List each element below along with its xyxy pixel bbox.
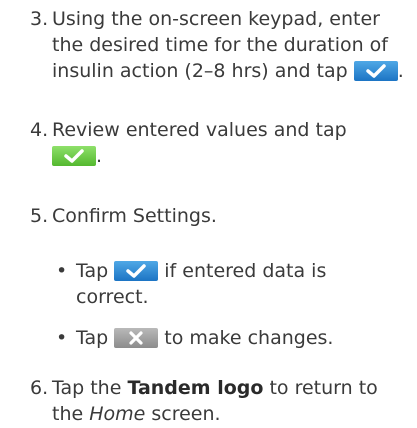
step-number: 3. bbox=[30, 8, 49, 30]
step-line-post: screen. bbox=[145, 403, 221, 425]
bullet-line: correct. bbox=[76, 286, 149, 308]
close-button-icon bbox=[114, 328, 159, 348]
close-icon bbox=[129, 331, 143, 345]
step-line: Confirm Settings. bbox=[52, 205, 217, 227]
check-button-icon bbox=[353, 61, 398, 81]
tandem-logo-label: Tandem logo bbox=[127, 377, 264, 399]
step-line-pre: the bbox=[52, 403, 90, 425]
step-line: the desired time for the duration of bbox=[52, 34, 388, 56]
bullet-dot: • bbox=[56, 327, 68, 349]
bullet-line: Tap to make changes. bbox=[76, 325, 398, 351]
bullet-dot: • bbox=[56, 260, 68, 282]
step-line: insulin action (2–8 hrs) and tap . bbox=[52, 58, 414, 84]
step-end: . bbox=[96, 145, 103, 167]
step-line: Review entered values and tap bbox=[52, 119, 347, 141]
bullet-text: Tap to make changes. bbox=[76, 325, 398, 351]
step-text: Using the on-screen keypad, enter the de… bbox=[52, 6, 414, 84]
step-line: Using the on-screen keypad, enter bbox=[52, 8, 380, 30]
step-text: Confirm Settings. bbox=[52, 203, 414, 229]
step-end: . bbox=[397, 60, 404, 82]
step-line: . bbox=[52, 143, 414, 169]
step-line: the Home screen. bbox=[52, 401, 414, 427]
bullet-pre: Tap bbox=[76, 327, 109, 349]
step-number: 5. bbox=[30, 205, 49, 227]
check-button-icon bbox=[52, 146, 96, 166]
step-line-pre: Tap the bbox=[52, 377, 128, 399]
check-button-icon bbox=[114, 261, 159, 281]
step-number: 6. bbox=[30, 377, 49, 399]
step-line: Tap the Tandem logo to return to bbox=[52, 375, 414, 401]
check-icon bbox=[366, 64, 386, 78]
step-text: Review entered values and tap . bbox=[52, 117, 414, 169]
bullet-post: if entered data is bbox=[164, 260, 327, 282]
bullet-line: Tap if entered data is bbox=[76, 258, 398, 284]
step-text: Tap the Tandem logo to return to the Hom… bbox=[52, 375, 414, 427]
step-line-post: to return to bbox=[263, 377, 378, 399]
step-line-text: insulin action (2–8 hrs) and tap bbox=[52, 60, 348, 82]
home-screen-label: Home bbox=[89, 403, 146, 425]
step-number: 4. bbox=[30, 119, 49, 141]
check-icon bbox=[126, 264, 146, 278]
bullet-pre: Tap bbox=[76, 260, 109, 282]
bullet-post: to make changes. bbox=[164, 327, 334, 349]
check-icon bbox=[64, 149, 84, 163]
bullet-text: Tap if entered data is correct. bbox=[76, 258, 398, 310]
